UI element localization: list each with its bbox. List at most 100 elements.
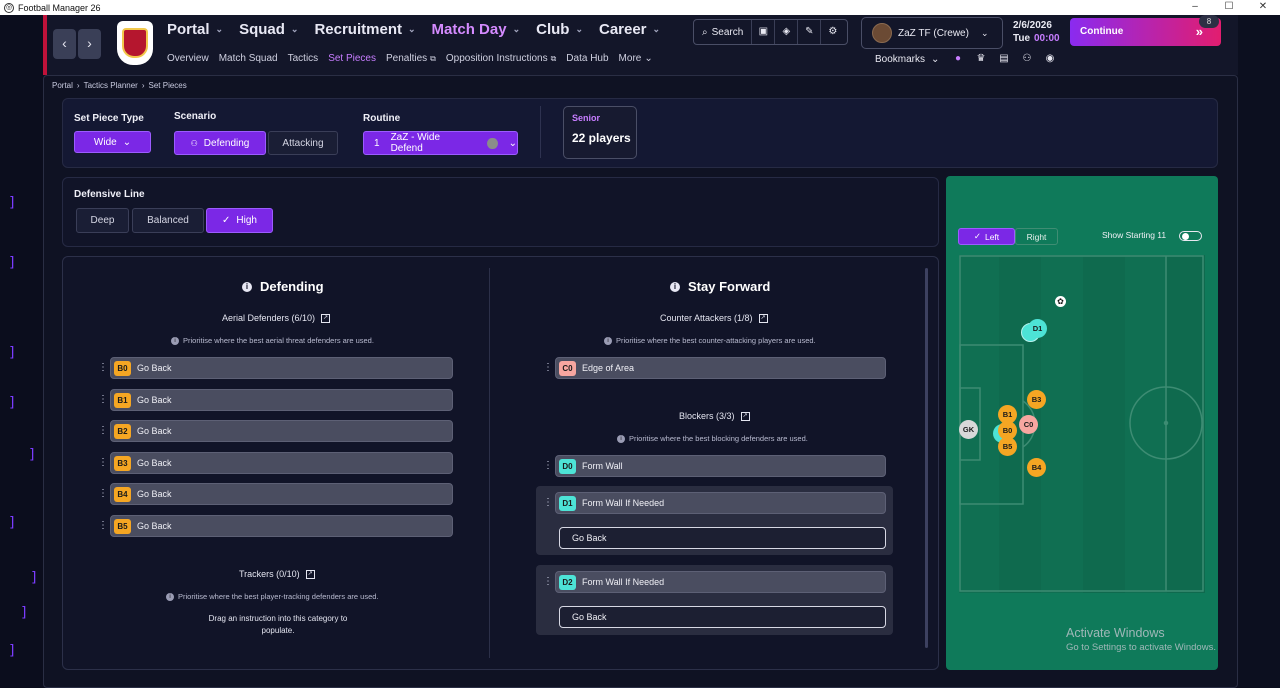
blockers-hint: i Prioritise where the best blocking defe… [617, 434, 808, 443]
breadcrumb: Portal › Tactics Planner › Set Pieces [52, 81, 187, 90]
chevron-down-icon: ⌄ [644, 53, 653, 64]
list-item[interactable]: B5 Go Back [110, 515, 453, 537]
window-titlebar: ◎ Football Manager 26 – ☐ ✕ [0, 0, 1280, 15]
tab-set-pieces[interactable]: Set Pieces [328, 53, 376, 64]
side-right-button[interactable]: Right [1015, 228, 1058, 245]
nav-squad[interactable]: Squad ⌄ [239, 21, 298, 38]
tab-penalties[interactable]: Penalties ⧉ [386, 53, 436, 64]
tab-more[interactable]: More ⌄ [619, 53, 653, 64]
close-window-button[interactable]: ✕ [1246, 0, 1280, 15]
nav-recruitment[interactable]: Recruitment ⌄ [314, 21, 415, 38]
list-item[interactable]: D1 Form Wall If Needed [555, 492, 886, 514]
maximize-button[interactable]: ☐ [1212, 0, 1246, 15]
scenario-defending-button[interactable]: ⚇ Defending [174, 131, 266, 155]
trackers-empty-note: Drag an instruction into this category t… [208, 614, 348, 635]
tab-match-squad[interactable]: Match Squad [219, 53, 278, 64]
trophy-icon[interactable]: ♛ [974, 53, 988, 64]
routine-dropdown[interactable]: 1 ZaZ - Wide Defend ⌄ [363, 131, 518, 155]
list-item[interactable]: D2 Form Wall If Needed [555, 571, 886, 593]
list-item[interactable]: B0 Go Back [110, 357, 453, 379]
people-icon: ⚇ [190, 138, 198, 148]
blockers-header[interactable]: Blockers (3/3) ↗ [679, 411, 750, 421]
player-marker[interactable]: C0 [1019, 415, 1038, 434]
scrollbar[interactable] [925, 268, 928, 648]
side-left-button[interactable]: ✓ Left [958, 228, 1015, 245]
player-marker[interactable]: B3 [1027, 390, 1046, 409]
player-code: B1 [114, 392, 131, 408]
manager-profile[interactable]: ZaZ TF (Crewe) ⌄ [861, 17, 1003, 49]
minimize-button[interactable]: – [1178, 0, 1212, 15]
notification-badge[interactable]: 8 [1199, 15, 1219, 28]
pen-icon[interactable]: ✎ [798, 20, 822, 44]
nav-career[interactable]: Career ⌄ [599, 21, 660, 38]
instruction-label: Go Back [137, 458, 172, 468]
external-link-icon: ↗ [758, 313, 768, 323]
clipboard-icon[interactable]: ▤ [997, 53, 1011, 64]
list-item[interactable]: B2 Go Back [110, 420, 453, 442]
trackers-hint: i Prioritise where the best player-tracki… [166, 592, 379, 601]
counter-attackers-header[interactable]: Counter Attackers (1/8) ↗ [660, 313, 768, 323]
nav-club[interactable]: Club ⌄ [536, 21, 583, 38]
search-button[interactable]: ⌕ Search [694, 20, 753, 44]
inbox-icon[interactable]: ▣ [752, 20, 776, 44]
player-marker[interactable]: D1 [1028, 319, 1047, 338]
player-code: B5 [114, 518, 131, 534]
back-button[interactable]: ‹ [53, 29, 76, 59]
shield-icon[interactable]: ◈ [775, 20, 799, 44]
info-icon: i [242, 281, 252, 292]
bookmark-icons: ● ♛ ▤ ⚇ ◉ [951, 53, 1057, 64]
show-starting-toggle[interactable] [1179, 231, 1202, 241]
avatar [872, 23, 892, 43]
tab-data-hub[interactable]: Data Hub [566, 53, 608, 64]
fallback-instruction[interactable]: Go Back [559, 606, 886, 628]
aerial-defenders-header[interactable]: Aerial Defenders (6/10) ↗ [222, 313, 331, 323]
breadcrumb-portal[interactable]: Portal [52, 81, 73, 90]
trackers-header[interactable]: Trackers (0/10) ↗ [239, 569, 315, 579]
player-marker[interactable]: B4 [1027, 458, 1046, 477]
defensive-line-balanced-button[interactable]: Balanced [132, 208, 204, 233]
time-label: 00:00 [1034, 33, 1060, 44]
counter-hint: i Prioritise where the best counter-attac… [604, 336, 816, 345]
watermark-subtitle: Go to Settings to activate Windows. [1066, 642, 1216, 653]
people-icon[interactable]: ⚇ [1020, 53, 1034, 64]
gear-icon[interactable]: ⚙ [821, 20, 844, 44]
goalkeeper-marker[interactable]: GK [959, 420, 978, 439]
list-item[interactable]: D0 Form Wall [555, 455, 886, 477]
tab-overview[interactable]: Overview [167, 53, 209, 64]
defensive-line-high-button[interactable]: ✓ High [206, 208, 273, 233]
instruction-label: Go Back [137, 426, 172, 436]
club-badge-icon[interactable] [117, 21, 153, 65]
list-item[interactable]: B1 Go Back [110, 389, 453, 411]
list-item[interactable]: B3 Go Back [110, 452, 453, 474]
fallback-instruction[interactable]: Go Back [559, 527, 886, 549]
chat-icon[interactable]: ● [951, 53, 965, 64]
pitch-view [959, 255, 1205, 593]
player-code: B3 [114, 455, 131, 471]
left-decor-strip: ] ] ] ] ] ] ] ] ] [0, 15, 43, 688]
forward-button[interactable]: › [78, 29, 101, 59]
squad-selector[interactable]: Senior 22 players [563, 106, 637, 159]
scenario-attacking-button[interactable]: Attacking [268, 131, 338, 155]
header-toolbar: ⌕ Search ▣ ◈ ✎ ⚙ [693, 19, 848, 45]
bookmarks-menu[interactable]: Bookmarks ⌄ [875, 54, 939, 65]
instruction-label: Form Wall If Needed [582, 577, 665, 587]
breadcrumb-tactics-planner[interactable]: Tactics Planner [84, 81, 138, 90]
list-item[interactable]: C0 Edge of Area [555, 357, 886, 379]
tab-tactics[interactable]: Tactics [288, 53, 319, 64]
squad-label: Senior [572, 113, 601, 123]
tab-opposition-instructions[interactable]: Opposition Instructions ⧉ [446, 53, 556, 64]
external-link-icon: ↗ [321, 313, 331, 323]
info-icon: i [166, 592, 174, 601]
chevron-down-icon: ⌄ [575, 24, 583, 34]
game-date: 2/6/2026 Tue 00:00 [1008, 18, 1064, 48]
aerial-hint: i Prioritise where the best aerial threat… [171, 336, 374, 345]
nav-match-day[interactable]: Match Day ⌄ [432, 21, 521, 38]
external-link-icon: ↗ [305, 569, 315, 579]
instruction-label: Form Wall [582, 461, 623, 471]
list-item[interactable]: B4 Go Back [110, 483, 453, 505]
player-marker[interactable]: B5 [998, 437, 1017, 456]
nav-portal[interactable]: Portal ⌄ [167, 21, 223, 38]
set-piece-type-dropdown[interactable]: Wide ⌄ [74, 131, 151, 153]
defensive-line-deep-button[interactable]: Deep [76, 208, 129, 233]
ball-icon[interactable]: ◉ [1043, 53, 1057, 64]
